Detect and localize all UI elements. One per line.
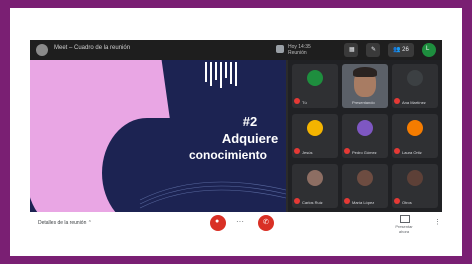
account-avatar[interactable]: L — [422, 43, 436, 57]
mic-toggle-button[interactable]: ● — [210, 215, 226, 231]
meet-top-bar: Meet – Cuadro de la reunión Hoy 14:35 Re… — [30, 40, 442, 60]
presenter-avatar — [36, 44, 48, 56]
participant-name: Pedro Gómez — [352, 150, 377, 155]
piano-keys-decoration — [205, 62, 237, 88]
participant-name: Otros — [402, 200, 412, 205]
meet-bottom-bar: Detalles de la reunión ⌃ ● ··· ✆ Present… — [30, 212, 442, 236]
kebab-menu-icon[interactable]: ⋮ — [434, 218, 441, 226]
participant-name: Laura Ortiz — [402, 150, 422, 155]
more-options-button[interactable]: ··· — [236, 217, 244, 226]
layout-icon: ▦ — [349, 47, 355, 53]
participant-name: María López — [352, 200, 375, 205]
participant-avatar — [407, 120, 423, 136]
participant-avatar — [307, 170, 323, 186]
mic-off-icon — [294, 98, 300, 104]
participant-tile[interactable]: Tú — [292, 64, 338, 108]
slide-heading-line2: conocimiento — [188, 148, 267, 162]
meeting-time: Hoy 14:35 Reunión — [288, 44, 311, 56]
participant-tile[interactable]: Jesús — [292, 114, 338, 158]
slide-number: #2 — [242, 114, 258, 129]
music-staff-decoration — [139, 181, 286, 209]
participant-name: Ana Martínez — [402, 100, 426, 105]
mic-off-icon — [344, 148, 350, 154]
participant-avatar — [307, 70, 323, 86]
whiteboard-button[interactable]: ✎ — [366, 43, 380, 57]
participant-tile[interactable]: Laura Ortiz — [392, 114, 438, 158]
meeting-details-button[interactable]: Detalles de la reunión ⌃ — [38, 220, 92, 226]
participant-avatar — [407, 170, 423, 186]
participant-avatar — [357, 170, 373, 186]
mic-off-icon — [394, 148, 400, 154]
participant-name: Tú — [302, 100, 307, 105]
participant-avatar — [307, 120, 323, 136]
participant-avatar — [357, 120, 373, 136]
mic-off-icon: ● — [215, 218, 220, 225]
participant-tile[interactable]: María López — [342, 164, 388, 208]
end-call-button[interactable]: ✆ — [258, 215, 274, 231]
participant-name: Jesús — [302, 150, 313, 155]
mic-off-icon — [394, 198, 400, 204]
present-screen-icon[interactable] — [400, 215, 410, 223]
participants-button[interactable]: 👥 26 — [388, 43, 414, 57]
participants-count: 👥 26 — [393, 47, 409, 53]
mic-off-icon — [294, 198, 300, 204]
participant-name: Carlos Ruiz — [302, 200, 323, 205]
present-line2: ahora — [398, 229, 410, 234]
account-initial: L — [426, 46, 430, 52]
participant-grid: Tú Presentando Ana Martínez Jesús Pedro … — [288, 60, 442, 212]
mic-off-icon — [394, 98, 400, 104]
meeting-title: Meet – Cuadro de la reunión — [54, 45, 131, 51]
participant-tile[interactable]: Carlos Ruiz — [292, 164, 338, 208]
slide-heading-line1: Adquiere — [221, 131, 279, 146]
participant-tile[interactable]: Ana Martínez — [392, 64, 438, 108]
calendar-icon — [276, 45, 284, 53]
participant-tile[interactable]: Pedro Gómez — [342, 114, 388, 158]
participant-name: Presentando — [352, 100, 375, 105]
meeting-time-line2: Reunión — [288, 50, 307, 56]
phone-hangup-icon: ✆ — [263, 219, 269, 226]
presentation-slide: #2 Adquiere conocimiento — [30, 60, 286, 212]
pencil-icon: ✎ — [371, 47, 377, 53]
participant-avatar — [407, 70, 423, 86]
mic-off-icon — [344, 198, 350, 204]
present-now-label[interactable]: Presentar ahora — [386, 224, 422, 234]
layout-button[interactable]: ▦ — [344, 43, 358, 57]
meet-window: Meet – Cuadro de la reunión Hoy 14:35 Re… — [30, 40, 442, 212]
participant-tile[interactable]: Otros — [392, 164, 438, 208]
participant-video-hair — [353, 67, 377, 77]
participant-tile-video[interactable]: Presentando — [342, 64, 388, 108]
mic-off-icon — [294, 148, 300, 154]
